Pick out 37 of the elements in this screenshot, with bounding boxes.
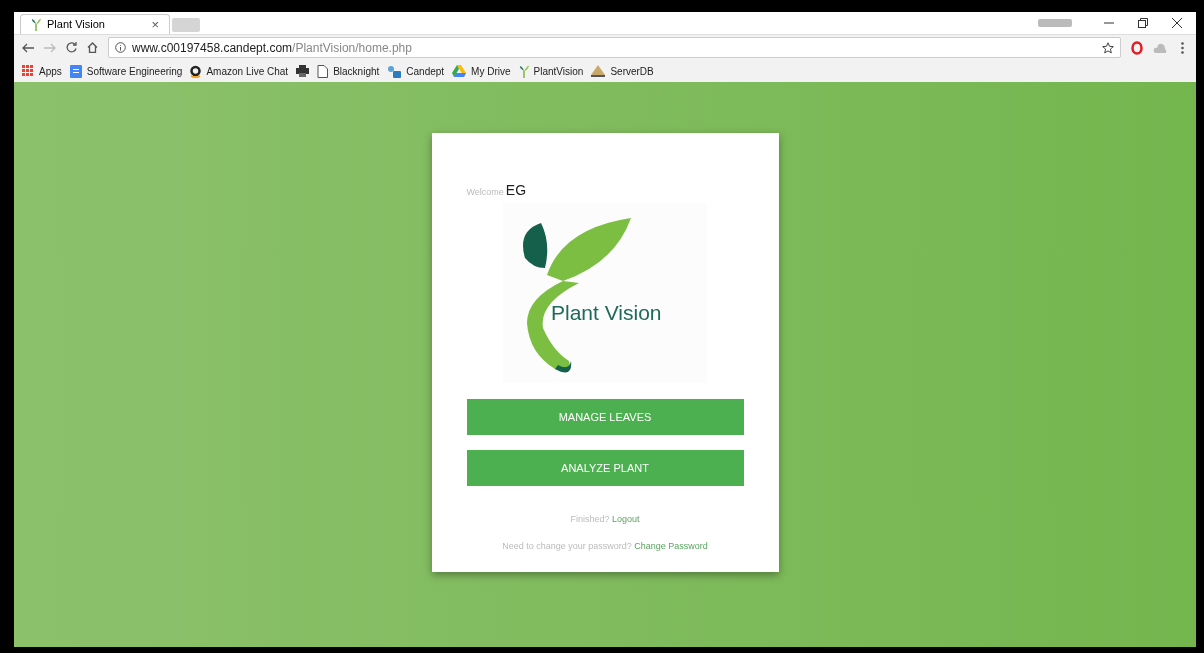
bookmark[interactable]: PlantVision — [518, 63, 584, 79]
welcome-label: Welcome — [466, 186, 504, 199]
address-bar[interactable]: www.c00197458.candept.com/PlantVision/home.php — [108, 37, 1121, 58]
sprout-icon — [518, 64, 529, 78]
bookmark[interactable]: Blacknight — [317, 63, 380, 79]
page-icon — [317, 64, 329, 78]
reload-icon[interactable] — [66, 42, 77, 53]
bookmark[interactable]: My Drive — [452, 63, 511, 79]
help-text: Finished? Logout — [570, 513, 640, 526]
people-icon — [387, 64, 402, 78]
star-icon[interactable] — [1102, 41, 1114, 54]
logo-text: Plant Vision — [551, 300, 662, 326]
url-text: www.c00197458.candept.com/PlantVision/home.php — [132, 39, 413, 57]
close-tab-button[interactable]: × — [151, 14, 159, 35]
home-icon[interactable] — [87, 42, 98, 53]
tab-title: Plant Vision — [47, 17, 106, 33]
bookmark[interactable] — [296, 65, 310, 77]
close-icon[interactable] — [1172, 18, 1182, 28]
bookmark[interactable]: Candept — [387, 63, 445, 79]
bookmark[interactable]: Amazon Live Chat — [190, 63, 289, 79]
printer-icon — [296, 65, 310, 77]
opera-icon[interactable] — [1131, 40, 1143, 55]
document-icon — [69, 64, 82, 78]
user-name: EG — [505, 181, 527, 200]
drive-icon — [452, 65, 467, 77]
server-icon — [591, 65, 606, 77]
back-icon[interactable] — [22, 42, 34, 53]
menu-icon[interactable] — [1181, 41, 1184, 54]
restore-icon[interactable] — [1138, 18, 1148, 28]
sprout-icon — [31, 18, 41, 31]
help-text: Need to change your password? Change Password — [502, 539, 708, 553]
bookmark[interactable]: ServerDB — [591, 63, 654, 79]
info-icon — [115, 42, 126, 53]
browser-tab[interactable]: Plant Vision × — [20, 14, 170, 34]
bookmark[interactable]: Software Engineering — [69, 63, 183, 79]
bookmark[interactable]: Apps — [22, 63, 62, 79]
apps-grid-icon — [22, 65, 34, 77]
